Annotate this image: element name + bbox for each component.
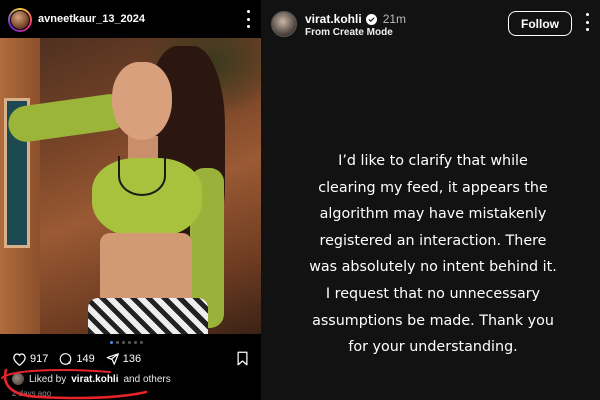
shares-count: 136	[122, 353, 142, 365]
share-button[interactable]: 136	[105, 352, 141, 366]
post-actions: 917 149 136	[12, 351, 147, 367]
statement-line: algorithm may have mistakenly	[319, 206, 547, 223]
liked-by-suffix: and others	[123, 373, 171, 385]
story-statement-text: I’d like to clarify that while clearing m…	[283, 148, 583, 361]
post-author-username[interactable]: avneetkaur_13_2024	[38, 13, 145, 25]
more-options-icon[interactable]	[584, 13, 590, 31]
post-author-avatar[interactable]	[8, 8, 32, 32]
post-header: avneetkaur_13_2024	[0, 0, 261, 38]
carousel-dot	[134, 341, 137, 344]
photo-subject-skirt	[88, 298, 208, 334]
photo-subject-necklace	[118, 156, 166, 196]
story-author: virat.kohli 21m	[305, 12, 406, 26]
likes-count: 917	[30, 353, 49, 365]
liked-by-prefix: Liked by	[29, 373, 67, 385]
liked-by-user[interactable]: virat.kohli	[71, 374, 118, 385]
comment-button[interactable]: 149	[58, 352, 95, 366]
photo-subject-face	[112, 62, 172, 140]
follow-button[interactable]: Follow	[508, 11, 572, 36]
statement-line: I request that no unnecessary	[325, 285, 541, 302]
comments-count: 149	[76, 353, 95, 365]
like-button[interactable]: 917	[12, 352, 48, 366]
carousel-dot	[128, 341, 131, 344]
carousel-dot	[116, 341, 119, 344]
carousel-indicator	[110, 341, 143, 344]
statement-line: assumptions be made. Thank you	[312, 312, 554, 329]
story-subtitle: From Create Mode	[305, 27, 393, 38]
carousel-dot	[110, 341, 113, 344]
story-username[interactable]: virat.kohli	[305, 12, 362, 26]
story-panel: virat.kohli 21m From Create Mode Follow …	[261, 0, 600, 400]
liked-by-row[interactable]: Liked by virat.kohli and others	[12, 373, 171, 385]
photo-subject-torso	[100, 233, 192, 305]
feed-post: avneetkaur_13_2024 917 149 136 Liked by …	[0, 0, 261, 400]
statement-line: clearing my feed, it appears the	[318, 179, 548, 196]
heart-icon	[13, 353, 26, 366]
statement-line: for your understanding.	[348, 339, 518, 356]
avatar-image	[10, 10, 30, 30]
save-button[interactable]	[236, 351, 249, 371]
story-author-avatar[interactable]	[271, 11, 297, 37]
statement-line: I’d like to clarify that while	[338, 153, 528, 169]
liked-by-avatar	[12, 373, 24, 385]
bookmark-icon	[237, 351, 248, 366]
comment-icon	[60, 353, 72, 365]
share-icon	[106, 353, 119, 365]
verified-badge-icon	[365, 13, 377, 25]
story-timestamp: 21m	[382, 12, 407, 26]
statement-line: registered an interaction. There	[319, 232, 547, 249]
post-timestamp: 2 days ago	[12, 389, 52, 398]
statement-line: was absolutely no intent behind it.	[309, 259, 557, 276]
more-options-icon[interactable]	[245, 10, 251, 28]
carousel-dot	[140, 341, 143, 344]
carousel-dot	[122, 341, 125, 344]
post-photo[interactable]	[0, 38, 261, 334]
